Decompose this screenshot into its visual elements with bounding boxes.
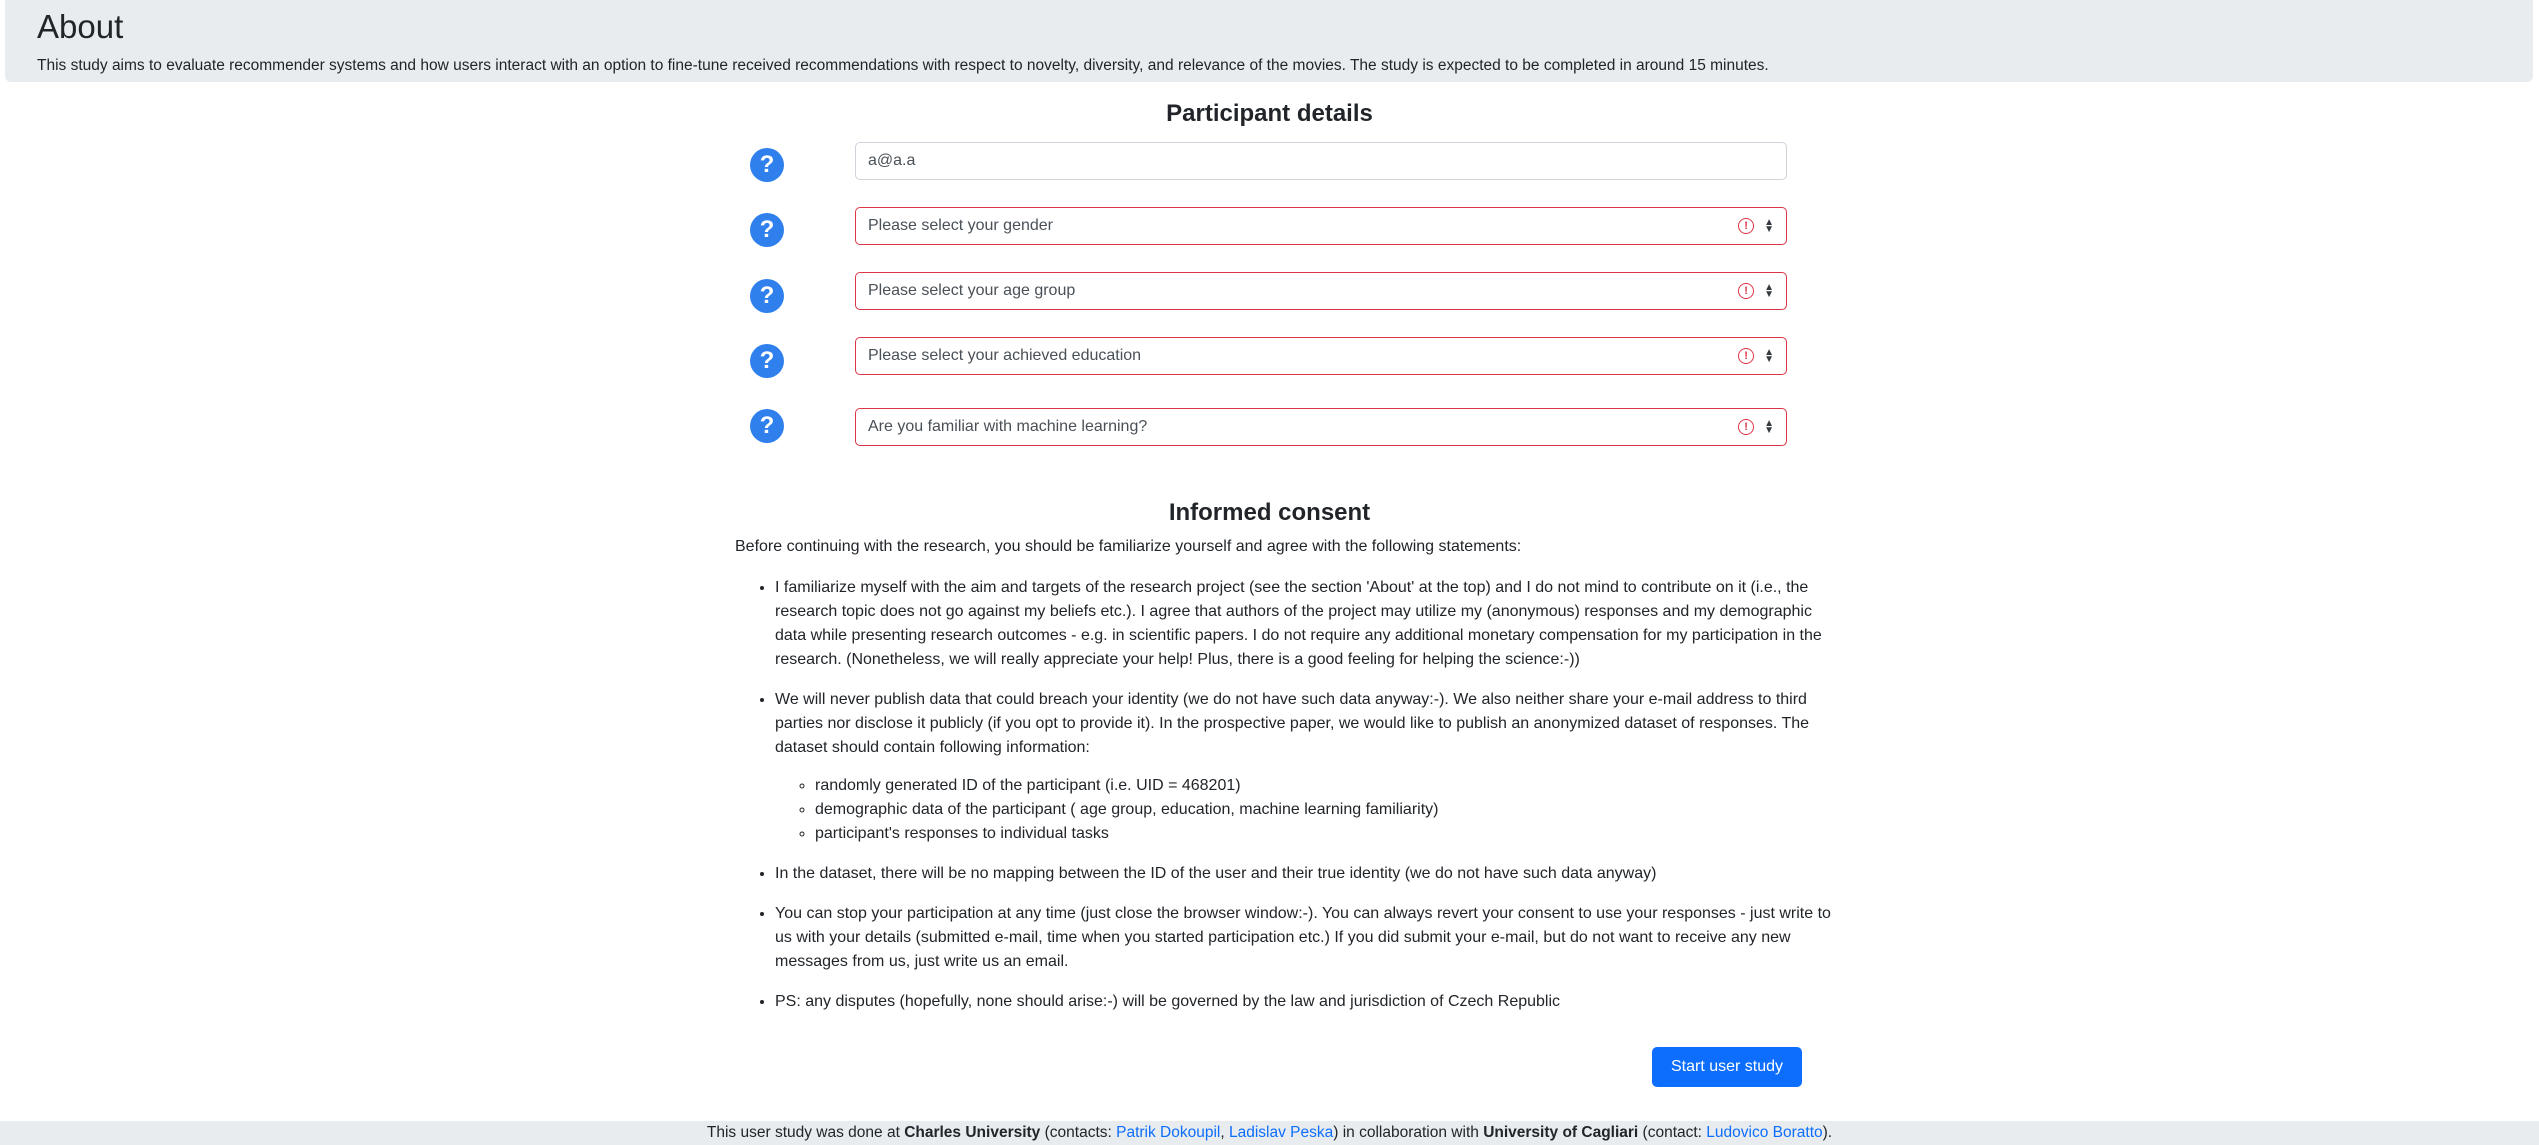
consent-subitem: randomly generated ID of the participant… (815, 774, 1845, 798)
age-group-select[interactable]: Please select your age group ! ▲ ▼ (855, 272, 1787, 310)
consent-item: We will never publish data that could br… (775, 688, 1845, 846)
footer: This user study was done at Charles Univ… (0, 1121, 2539, 1145)
ml-select-placeholder: Are you familiar with machine learning? (868, 418, 1148, 435)
consent-item: You can stop your participation at any t… (775, 902, 1845, 974)
email-field[interactable] (855, 142, 1787, 180)
participant-details-title: Participant details (1166, 100, 1373, 127)
consent-subitem: participant's responses to individual ta… (815, 822, 1845, 846)
gender-select[interactable]: Please select your gender ! ▲ ▼ (855, 207, 1787, 245)
email-help-icon[interactable]: ? (750, 148, 784, 182)
about-section: About This study aims to evaluate recomm… (5, 0, 2533, 82)
contact-link-dokoupil[interactable]: Patrik Dokoupil (1116, 1124, 1220, 1141)
informed-consent-title: Informed consent (1168, 499, 1371, 526)
start-user-study-button[interactable]: Start user study (1652, 1047, 1802, 1087)
consent-item: I familiarize myself with the aim and ta… (775, 576, 1845, 672)
select-caret-icon: ▲ ▼ (1764, 418, 1774, 436)
invalid-icon: ! (1738, 348, 1755, 364)
select-caret-icon: ▲ ▼ (1764, 347, 1774, 365)
footer-text: ). (1822, 1124, 1833, 1141)
consent-subitem: demographic data of the participant ( ag… (815, 798, 1845, 822)
contact-link-peska[interactable]: Ladislav Peska (1229, 1124, 1333, 1141)
age-help-icon[interactable]: ? (750, 279, 784, 313)
select-caret-icon: ▲ ▼ (1764, 217, 1774, 235)
education-help-icon[interactable]: ? (750, 344, 784, 378)
footer-separator: , (1220, 1124, 1229, 1141)
footer-org-cagliari: University of Cagliari (1483, 1124, 1639, 1141)
footer-text: (contacts: (1040, 1124, 1117, 1141)
consent-list: I familiarize myself with the aim and ta… (735, 576, 1845, 1030)
consent-item: PS: any disputes (hopefully, none should… (775, 990, 1845, 1014)
invalid-icon: ! (1738, 419, 1755, 435)
footer-text: This user study was done at (706, 1124, 905, 1141)
invalid-icon: ! (1738, 283, 1755, 299)
consent-item-text: We will never publish data that could br… (775, 691, 1810, 756)
consent-item: In the dataset, there will be no mapping… (775, 862, 1845, 886)
about-title: About (37, 8, 124, 45)
footer-text: (contact: (1638, 1124, 1707, 1141)
gender-help-icon[interactable]: ? (750, 213, 784, 247)
age-select-placeholder: Please select your age group (868, 282, 1076, 299)
footer-text: ) in collaboration with (1333, 1124, 1484, 1141)
education-select-placeholder: Please select your achieved education (868, 347, 1142, 364)
consent-sublist: randomly generated ID of the participant… (775, 774, 1845, 846)
education-select[interactable]: Please select your achieved education ! … (855, 337, 1787, 375)
gender-select-placeholder: Please select your gender (868, 217, 1053, 234)
about-description: This study aims to evaluate recommender … (37, 57, 1769, 74)
invalid-icon: ! (1738, 218, 1755, 234)
footer-org-charles: Charles University (904, 1124, 1041, 1141)
ml-familiarity-select[interactable]: Are you familiar with machine learning? … (855, 408, 1787, 446)
consent-intro: Before continuing with the research, you… (735, 538, 1522, 555)
select-caret-icon: ▲ ▼ (1764, 282, 1774, 300)
ml-help-icon[interactable]: ? (750, 409, 784, 443)
contact-link-boratto[interactable]: Ludovico Boratto (1706, 1124, 1822, 1141)
